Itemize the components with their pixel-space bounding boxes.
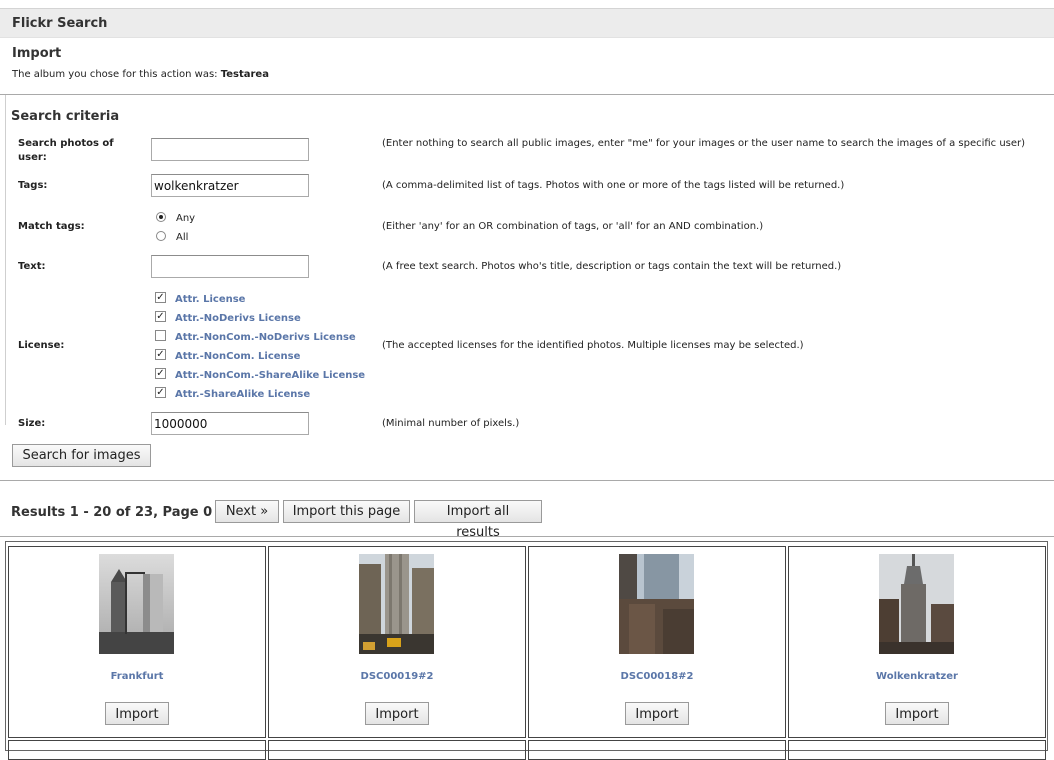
result-cell: Wolkenkratzer Import xyxy=(788,546,1046,738)
import-photo-button[interactable]: Import xyxy=(625,702,689,725)
result-cell: DSC00019#2 Import xyxy=(268,546,526,738)
photo-thumbnail[interactable] xyxy=(359,554,434,654)
license-attr-label[interactable]: Attr. License xyxy=(175,294,245,305)
license-attr-noncom-noderivs-checkbox[interactable] xyxy=(155,330,166,341)
match-hint: (Either 'any' for an OR combination of t… xyxy=(382,221,764,232)
result-cell xyxy=(528,740,786,760)
divider xyxy=(0,480,1054,481)
divider xyxy=(0,536,1054,537)
size-hint: (Minimal number of pixels.) xyxy=(382,418,520,429)
license-attr-sharealike-label[interactable]: Attr.-ShareAlike License xyxy=(175,389,310,400)
photo-thumbnail[interactable] xyxy=(879,554,954,654)
divider xyxy=(0,94,1054,95)
license-attr-noncom-sharealike-label[interactable]: Attr.-NonCom.-ShareAlike License xyxy=(175,370,365,381)
text-input[interactable] xyxy=(151,255,309,278)
result-cell xyxy=(788,740,1046,760)
photo-title-link[interactable]: DSC00018#2 xyxy=(529,671,785,682)
photo-title-link[interactable]: DSC00019#2 xyxy=(269,671,525,682)
license-attr-noncom-noderivs-label[interactable]: Attr.-NonCom.-NoDerivs License xyxy=(175,332,356,343)
window-titlebar: Flickr Search xyxy=(0,8,1054,38)
user-input[interactable] xyxy=(151,138,309,161)
user-hint: (Enter nothing to search all public imag… xyxy=(382,138,1026,149)
next-page-button[interactable]: Next » xyxy=(215,500,279,523)
result-cell xyxy=(8,740,266,760)
match-all-radio[interactable] xyxy=(156,231,166,241)
photo-title-link[interactable]: Frankfurt xyxy=(9,671,265,682)
size-label: Size: xyxy=(18,418,46,429)
photo-thumbnail[interactable] xyxy=(99,554,174,654)
text-hint: (A free text search. Photos who's title,… xyxy=(382,261,842,272)
import-photo-button[interactable]: Import xyxy=(885,702,949,725)
license-attr-noncom-checkbox[interactable]: ✓ xyxy=(155,349,166,360)
results-summary: Results 1 - 20 of 23, Page 0 of 2 xyxy=(11,505,245,520)
license-attr-sharealike-checkbox[interactable]: ✓ xyxy=(155,387,166,398)
license-attr-noderivs-checkbox[interactable]: ✓ xyxy=(155,311,166,322)
license-attr-noncom-label[interactable]: Attr.-NonCom. License xyxy=(175,351,300,362)
match-all-label: All xyxy=(176,232,189,243)
tags-label: Tags: xyxy=(18,180,48,191)
tags-input[interactable] xyxy=(151,174,309,197)
license-attr-checkbox[interactable]: ✓ xyxy=(155,292,166,303)
import-heading: Import xyxy=(12,46,62,61)
import-photo-button[interactable]: Import xyxy=(365,702,429,725)
match-any-label: Any xyxy=(176,213,196,224)
window-title: Flickr Search xyxy=(12,16,108,31)
result-cell: DSC00018#2 Import xyxy=(528,546,786,738)
license-attr-noderivs-label[interactable]: Attr.-NoDerivs License xyxy=(175,313,301,324)
photo-thumbnail[interactable] xyxy=(619,554,694,654)
license-label: License: xyxy=(18,340,65,351)
text-label: Text: xyxy=(18,261,46,272)
import-photo-button[interactable]: Import xyxy=(105,702,169,725)
section-border xyxy=(5,95,6,425)
import-page-button[interactable]: Import this page xyxy=(283,500,410,523)
license-attr-noncom-sharealike-checkbox[interactable]: ✓ xyxy=(155,368,166,379)
match-any-radio[interactable] xyxy=(156,212,166,222)
license-hint: (The accepted licenses for the identifie… xyxy=(382,340,804,351)
user-label: Search photos of user: xyxy=(18,138,114,163)
criteria-heading: Search criteria xyxy=(11,109,120,124)
album-text: The album you chose for this action was: xyxy=(12,69,218,80)
match-label: Match tags: xyxy=(18,221,85,232)
tags-hint: (A comma-delimited list of tags. Photos … xyxy=(382,180,845,191)
photo-title-link[interactable]: Wolkenkratzer xyxy=(789,671,1045,682)
result-cell xyxy=(268,740,526,760)
size-input[interactable] xyxy=(151,412,309,435)
import-all-button[interactable]: Import all results xyxy=(414,500,542,540)
search-button[interactable]: Search for images xyxy=(12,444,151,467)
result-cell: Frankfurt Import xyxy=(8,546,266,738)
album-info: The album you chose for this action was:… xyxy=(12,69,269,80)
album-name: Testarea xyxy=(220,69,269,80)
